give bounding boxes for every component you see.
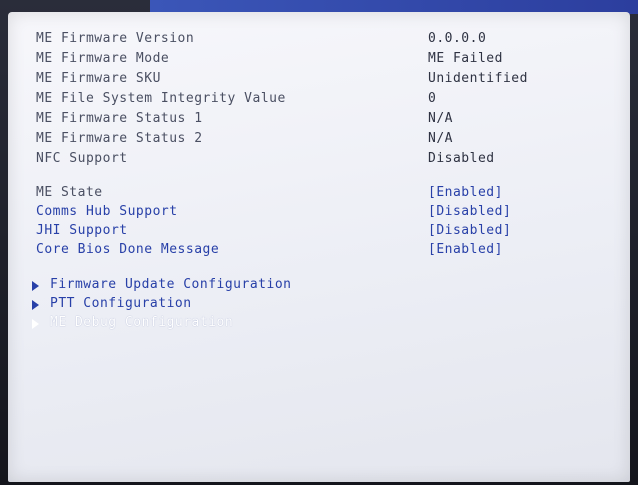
triangle-right-icon xyxy=(32,281,39,291)
submenu-me-debug-configuration[interactable]: ME Debug Configuration xyxy=(32,315,626,333)
option-label: Core Bios Done Message xyxy=(36,242,220,257)
option-comms-hub-support[interactable]: Comms Hub Support [Disabled] xyxy=(36,204,626,222)
me-state-value[interactable]: [Enabled] xyxy=(428,185,503,200)
option-value[interactable]: [Disabled] xyxy=(428,204,511,219)
info-label: ME Firmware Mode xyxy=(36,51,170,66)
option-jhi-support[interactable]: JHI Support [Disabled] xyxy=(36,223,626,241)
info-row-fw-version: ME Firmware Version 0.0.0.0 xyxy=(36,31,626,49)
info-label: ME Firmware SKU xyxy=(36,71,161,86)
info-label: ME Firmware Status 1 xyxy=(36,111,203,126)
option-label: JHI Support xyxy=(36,223,128,238)
submenu-label: ME Debug Configuration xyxy=(50,315,234,330)
info-value: ME Failed xyxy=(428,51,503,66)
info-row-fw-status-1: ME Firmware Status 1 N/A xyxy=(36,111,626,129)
info-value: N/A xyxy=(428,111,453,126)
option-core-bios-done-message[interactable]: Core Bios Done Message [Enabled] xyxy=(36,242,626,260)
info-label: NFC Support xyxy=(36,151,128,166)
submenu-label: Firmware Update Configuration xyxy=(50,277,292,292)
triangle-right-icon xyxy=(32,300,39,310)
info-row-nfc-support: NFC Support Disabled xyxy=(36,151,626,169)
submenu-label: PTT Configuration xyxy=(50,296,192,311)
info-value: Disabled xyxy=(428,151,495,166)
info-label: ME Firmware Version xyxy=(36,31,195,46)
option-value[interactable]: [Enabled] xyxy=(428,242,503,257)
info-value: 0 xyxy=(428,91,437,106)
info-value: Unidentified xyxy=(428,71,528,86)
submenu-firmware-update-configuration[interactable]: Firmware Update Configuration xyxy=(32,277,626,295)
info-value: N/A xyxy=(428,131,453,146)
bios-screen: ME Firmware Version 0.0.0.0 ME Firmware … xyxy=(8,12,630,482)
triangle-right-icon xyxy=(32,319,39,329)
info-label: ME Firmware Status 2 xyxy=(36,131,203,146)
info-value: 0.0.0.0 xyxy=(428,31,487,46)
info-row-fw-sku: ME Firmware SKU Unidentified xyxy=(36,71,626,89)
submenu-ptt-configuration[interactable]: PTT Configuration xyxy=(32,296,626,314)
info-row-fw-mode: ME Firmware Mode ME Failed xyxy=(36,51,626,69)
info-row-fw-status-2: ME Firmware Status 2 N/A xyxy=(36,131,626,149)
me-state-label: ME State xyxy=(36,185,103,200)
option-label: Comms Hub Support xyxy=(36,204,178,219)
info-label: ME File System Integrity Value xyxy=(36,91,286,106)
option-value[interactable]: [Disabled] xyxy=(428,223,511,238)
me-state-row: ME State [Enabled] xyxy=(36,185,626,203)
info-row-fs-integrity: ME File System Integrity Value 0 xyxy=(36,91,626,109)
